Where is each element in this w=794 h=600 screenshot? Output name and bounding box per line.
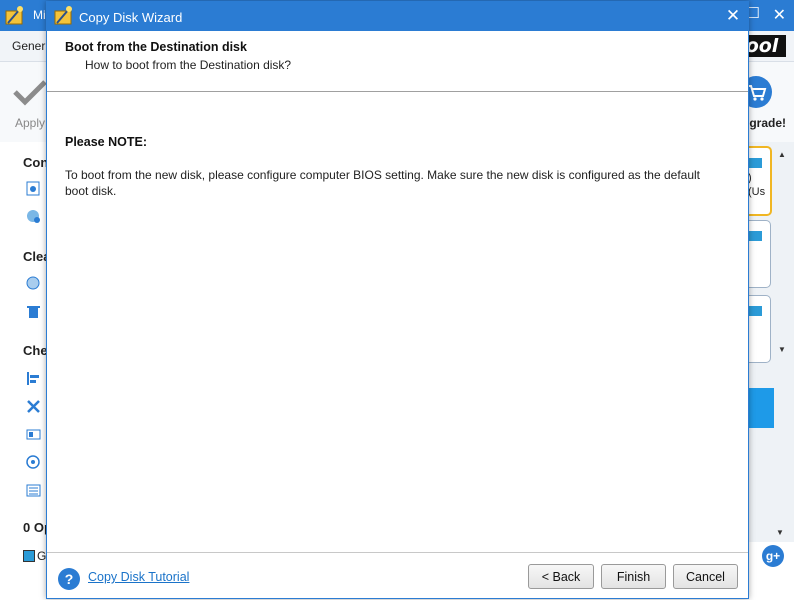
close-icon[interactable]: ✕ [722,5,744,27]
disk-card-text: (Us [748,186,766,198]
wizard-icon [54,6,72,25]
scroll-down-icon[interactable]: ▼ [776,528,784,537]
sidebar-section-check: Che [23,343,48,358]
upgrade-label[interactable]: grade! [749,116,786,130]
disk-card[interactable] [748,295,771,363]
list-icon[interactable] [26,483,41,498]
sidebar-section-convert: Con [23,155,49,170]
align-icon[interactable] [26,371,41,386]
legend-label: G [37,549,47,563]
disk-copy-icon[interactable] [26,209,41,224]
note-text: To boot from the new disk, please config… [65,168,701,198]
finish-button[interactable]: Finish [601,564,666,589]
back-button[interactable]: < Back [528,564,594,589]
legend-swatch [23,550,35,562]
footer-divider [47,552,748,553]
surface-test-icon[interactable] [26,455,41,470]
disk-usage-bar [748,231,762,241]
close-icon[interactable]: ✕ [773,5,786,25]
globe-icon[interactable] [26,276,41,291]
dialog-title: Copy Disk Wizard [79,10,183,25]
disk-usage-bar [748,306,762,316]
trash-icon[interactable] [26,304,41,319]
menu-general[interactable]: Gener [12,39,45,53]
copy-disk-wizard-dialog: Copy Disk Wizard ✕ Boot from the Destina… [46,1,749,599]
scroll-down-icon[interactable]: ▼ [778,345,786,354]
checkmark-icon[interactable] [13,78,47,106]
app-wizard-icon [5,6,23,25]
cancel-button[interactable]: Cancel [673,564,738,589]
list-scrollbar[interactable] [775,366,789,526]
note-title: Please NOTE: [65,135,147,149]
disk-benchmark-icon[interactable] [26,427,41,442]
disk-card-selected[interactable]: ) (Us [748,146,772,216]
main-app-title: Mi [33,8,46,22]
copy-disk-tutorial-link[interactable]: Copy Disk Tutorial [88,570,189,584]
tools-icon[interactable] [26,399,41,414]
google-plus-icon[interactable]: g+ [762,545,784,567]
help-icon[interactable]: ? [58,568,80,590]
disk-icon[interactable] [26,181,41,196]
selected-partition-row[interactable] [746,388,774,428]
step-heading: Boot from the Destination disk [65,40,247,54]
dialog-titlebar[interactable]: Copy Disk Wizard ✕ [47,2,748,31]
scroll-up-icon[interactable]: ▲ [778,150,786,159]
main-sidebar [0,142,47,542]
disk-card[interactable] [748,220,771,288]
disk-usage-bar [748,158,762,168]
apply-button-label[interactable]: Apply [15,116,45,130]
step-subheading: How to boot from the Destination disk? [85,58,292,72]
wizard-step-header: Boot from the Destination disk How to bo… [47,31,748,92]
